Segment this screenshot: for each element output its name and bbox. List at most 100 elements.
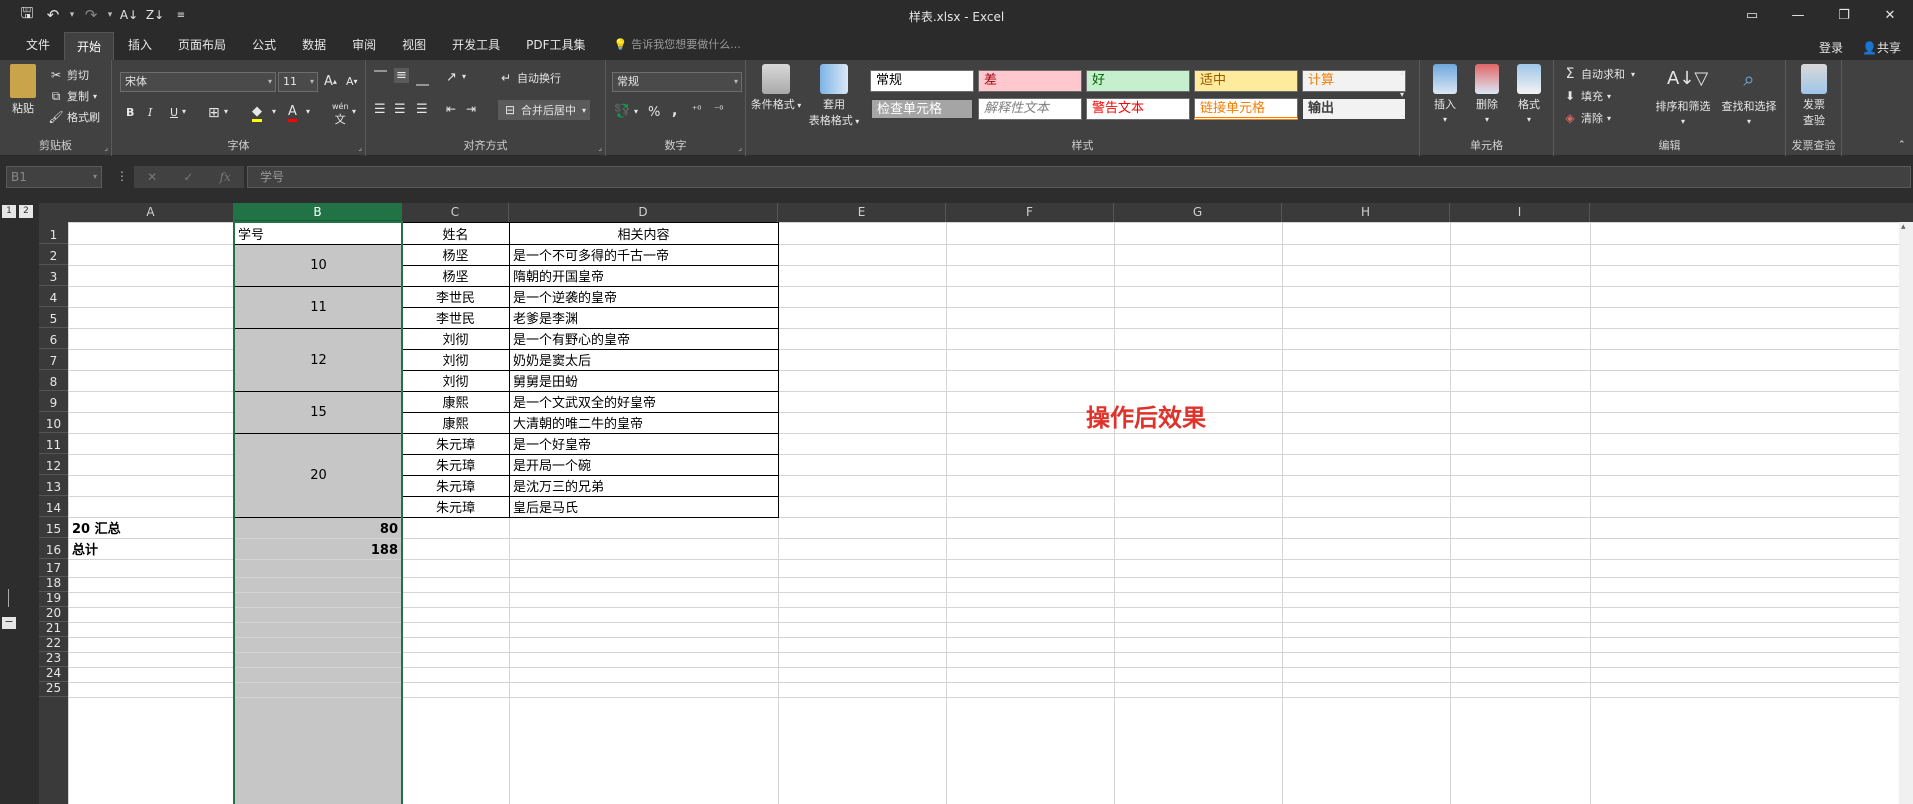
bold-button[interactable]: B xyxy=(126,106,134,119)
outline-level-1-button[interactable]: 1 xyxy=(2,205,16,218)
cell-c2[interactable]: 杨坚 xyxy=(406,244,505,265)
column-header-d[interactable]: D xyxy=(509,203,778,222)
tab-pdf-tools[interactable]: PDF工具集 xyxy=(514,30,597,60)
outline-collapse-button[interactable]: − xyxy=(2,616,16,629)
row-header-24[interactable]: 24 xyxy=(39,666,68,682)
row-header-18[interactable]: 18 xyxy=(39,576,68,592)
cell-d11[interactable]: 是一个好皇帝 xyxy=(513,433,774,454)
insert-function-icon[interactable]: fx xyxy=(220,170,231,184)
style-neutral[interactable]: 适中 xyxy=(1194,70,1298,92)
fill-button[interactable]: ⬇ 填充 ▾ xyxy=(1562,88,1611,104)
row-header-3[interactable]: 3 xyxy=(39,265,68,286)
fill-dropdown-icon[interactable]: ▾ xyxy=(272,107,276,116)
phonetic-button[interactable]: wén 文 xyxy=(332,102,349,127)
cell-c12[interactable]: 朱元璋 xyxy=(406,454,505,475)
tell-me-box[interactable]: 💡 告诉我您想要做什么... xyxy=(614,30,741,60)
row-header-13[interactable]: 13 xyxy=(39,475,68,496)
style-bad[interactable]: 差 xyxy=(978,70,1082,92)
cell-a15[interactable]: 20 汇总 xyxy=(72,517,230,538)
undo-dropdown-icon[interactable]: ▾ xyxy=(66,0,78,30)
italic-button[interactable]: I xyxy=(148,106,152,119)
cell-c3[interactable]: 杨坚 xyxy=(406,265,505,286)
row-header-7[interactable]: 7 xyxy=(39,349,68,370)
column-header-b[interactable]: B xyxy=(234,203,402,222)
tab-review[interactable]: 审阅 xyxy=(340,30,388,60)
cell-c1[interactable]: 姓名 xyxy=(406,222,505,244)
undo-icon[interactable]: ↶ xyxy=(40,0,66,30)
increase-decimal-icon[interactable]: ⁺⁰ xyxy=(692,105,701,116)
format-as-table-button[interactable]: 套用 表格格式 ▾ xyxy=(804,64,864,128)
underline-button[interactable]: U xyxy=(170,106,178,119)
row-header-9[interactable]: 9 xyxy=(39,391,68,412)
column-header-f[interactable]: F xyxy=(946,203,1114,222)
row-header-8[interactable]: 8 xyxy=(39,370,68,391)
column-header-e[interactable]: E xyxy=(778,203,946,222)
align-middle-icon[interactable]: ≡ xyxy=(394,68,409,83)
cancel-icon[interactable]: ✕ xyxy=(147,170,157,184)
increase-indent-icon[interactable]: ⇥ xyxy=(466,102,476,116)
invoice-check-button[interactable]: 发票 查验 xyxy=(1790,64,1838,128)
font-color-button[interactable]: A xyxy=(288,104,297,122)
row-header-10[interactable]: 10 xyxy=(39,412,68,433)
login-link[interactable]: 登录 xyxy=(1819,39,1843,56)
row-header-5[interactable]: 5 xyxy=(39,307,68,328)
grow-font-button[interactable]: A ▴ xyxy=(324,74,337,89)
cell-a16[interactable]: 总计 xyxy=(72,538,230,559)
column-header-c[interactable]: C xyxy=(402,203,509,222)
row-header-1[interactable]: 1 xyxy=(39,222,68,244)
style-calculation[interactable]: 计算 xyxy=(1302,70,1406,92)
cell-c10[interactable]: 康熙 xyxy=(406,412,505,433)
borders-dropdown-icon[interactable]: ▾ xyxy=(224,107,228,116)
style-good[interactable]: 好 xyxy=(1086,70,1190,92)
tab-data[interactable]: 数据 xyxy=(290,30,338,60)
cell-c4[interactable]: 李世民 xyxy=(406,286,505,307)
percent-button[interactable]: % xyxy=(648,105,660,120)
row-header-17[interactable]: 17 xyxy=(39,559,68,577)
cell-c11[interactable]: 朱元璋 xyxy=(406,433,505,454)
enter-icon[interactable]: ✓ xyxy=(183,170,193,184)
column-header-a[interactable]: A xyxy=(68,203,234,222)
save-icon[interactable]: 🖫 xyxy=(14,0,40,30)
scroll-up-icon[interactable]: ▴ xyxy=(1901,222,1906,232)
align-center-icon[interactable]: ☰ xyxy=(394,102,406,117)
outline-level-2-button[interactable]: 2 xyxy=(19,205,33,218)
dialog-launcher-icon[interactable]: ⌟ xyxy=(104,143,108,152)
row-header-4[interactable]: 4 xyxy=(39,286,68,307)
row-header-2[interactable]: 2 xyxy=(39,244,68,265)
decrease-decimal-icon[interactable]: ⁻⁰ xyxy=(714,105,723,116)
cell-d12[interactable]: 是开局一个碗 xyxy=(513,454,774,475)
wrap-text-button[interactable]: ↵ 自动换行 xyxy=(498,70,561,86)
styles-more-icon[interactable]: ⌄ xyxy=(1400,110,1407,119)
find-select-button[interactable]: ⌕ 查找和选择 ▾ xyxy=(1716,64,1782,127)
cell-d5[interactable]: 老爹是李渊 xyxy=(513,307,774,328)
row-header-23[interactable]: 23 xyxy=(39,651,68,667)
comma-button[interactable]: , xyxy=(672,103,677,119)
orientation-dropdown-icon[interactable]: ▾ xyxy=(462,72,466,81)
sort-asc-icon[interactable]: A↓ xyxy=(116,0,142,30)
align-right-icon[interactable]: ☰ xyxy=(416,102,428,117)
cell-c6[interactable]: 刘彻 xyxy=(406,328,505,349)
insert-cells-button[interactable]: 插入 ▾ xyxy=(1426,64,1464,125)
align-left-icon[interactable]: ☰ xyxy=(374,102,386,117)
row-header-14[interactable]: 14 xyxy=(39,496,68,517)
font-size-select[interactable]: 11 ▾ xyxy=(278,72,318,92)
shrink-font-button[interactable]: A ▾ xyxy=(346,75,358,88)
cell-c5[interactable]: 李世民 xyxy=(406,307,505,328)
style-warning[interactable]: 警告文本 xyxy=(1086,98,1190,120)
underline-dropdown-icon[interactable]: ▾ xyxy=(182,107,186,116)
clear-button[interactable]: ◈ 清除 ▾ xyxy=(1562,110,1611,126)
formula-input[interactable]: 学号 xyxy=(247,166,1911,188)
tab-view[interactable]: 视图 xyxy=(390,30,438,60)
font-name-select[interactable]: 宋体 ▾ xyxy=(120,72,276,92)
cell-c14[interactable]: 朱元璋 xyxy=(406,496,505,517)
column-header-h[interactable]: H xyxy=(1282,203,1450,222)
borders-icon[interactable]: ⊞ xyxy=(208,105,220,121)
tab-formulas[interactable]: 公式 xyxy=(240,30,288,60)
dialog-launcher-icon[interactable]: ⌟ xyxy=(598,143,602,152)
row-header-11[interactable]: 11 xyxy=(39,433,68,454)
dialog-launcher-icon[interactable]: ⌟ xyxy=(358,143,362,152)
currency-icon[interactable]: 💱 xyxy=(614,104,630,119)
minimize-icon[interactable]: — xyxy=(1775,0,1821,30)
tab-page-layout[interactable]: 页面布局 xyxy=(166,30,238,60)
cell-d10[interactable]: 大清朝的唯二牛的皇帝 xyxy=(513,412,774,433)
